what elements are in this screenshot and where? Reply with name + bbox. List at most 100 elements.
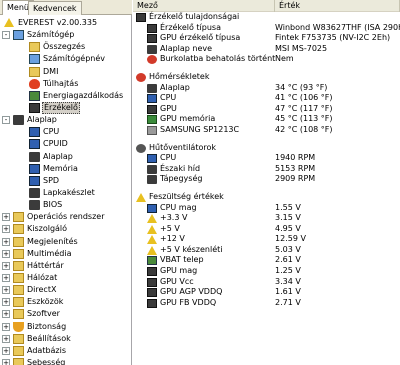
detail-value: 12.59 V	[275, 234, 306, 244]
tree-item[interactable]: Memória	[0, 163, 131, 175]
tree-item-label: EVEREST v2.00.335	[18, 18, 98, 27]
tree-item-label: DMI	[43, 66, 59, 76]
section-title: Érzékelő tulajdonságai	[149, 12, 240, 21]
section-header[interactable]: Érzékelő tulajdonságai	[133, 12, 400, 23]
section-title: Hőmérsékletek	[149, 71, 210, 81]
detail-row[interactable]: GPU memória 45 °C (113 °F)	[133, 114, 400, 125]
tree-item[interactable]: + Kiszolgáló	[0, 223, 131, 235]
expand-toggle-icon[interactable]: +	[2, 273, 10, 282]
detail-row[interactable]: Burkolatba behatolás történt Nem	[133, 54, 400, 65]
section-header[interactable]: Hűtőventilátorok	[133, 143, 400, 154]
tree-item[interactable]: Lapkakészlet	[0, 187, 131, 199]
detail-row[interactable]: +3.3 V 3.15 V	[133, 213, 400, 224]
detail-value: 1940 RPM	[275, 153, 316, 163]
expand-toggle-icon[interactable]: +	[2, 213, 10, 222]
column-header-field[interactable]: Mező	[133, 0, 275, 12]
tree-item-label: Háttértár	[27, 260, 64, 270]
tree-item[interactable]: + Eszközök	[0, 296, 131, 308]
details-list: Érzékelő tulajdonságai Érzékelő típusa Win…	[133, 12, 400, 308]
detail-row[interactable]: CPU mag 1.55 V	[133, 203, 400, 214]
detail-row[interactable]: Északi híd 5153 RPM	[133, 164, 400, 175]
tab-favorites[interactable]: Kedvencek	[28, 1, 82, 15]
tree-item[interactable]: + Sebesség	[0, 357, 131, 365]
section-header[interactable]: Feszültség értékek	[133, 192, 400, 203]
computer-name-icon	[29, 54, 40, 65]
detail-field: SAMSUNG SP1213C	[160, 124, 240, 134]
detail-row[interactable]: GPU mag 1.25 V	[133, 266, 400, 277]
expand-toggle-icon[interactable]: +	[2, 310, 10, 319]
detail-row[interactable]: GPU Vcc 3.34 V	[133, 277, 400, 288]
tree-item[interactable]: - Alaplap	[0, 114, 131, 126]
tree-item[interactable]: DMI	[0, 66, 131, 78]
tree-item[interactable]: EVEREST v2.00.335	[0, 17, 131, 29]
detail-field: Burkolatba behatolás történt	[160, 54, 276, 64]
tree-item[interactable]: CPUID	[0, 138, 131, 150]
detail-row[interactable]: GPU érzékelő típusa Fintek F753735 (NV-I2…	[133, 33, 400, 44]
tree-item[interactable]: CPU	[0, 126, 131, 138]
tree-item[interactable]: + DirectX	[0, 284, 131, 296]
detail-field: GPU Vcc	[160, 276, 194, 286]
tree-item-label: Beállítások	[27, 333, 71, 343]
directx-icon	[13, 285, 24, 296]
expand-toggle-icon[interactable]: +	[2, 249, 10, 258]
detail-value: 42 °C (108 °F)	[275, 124, 333, 134]
expand-toggle-icon[interactable]: +	[2, 358, 10, 365]
detail-row[interactable]: CPU 1940 RPM	[133, 153, 400, 164]
detail-row[interactable]: +5 V 4.95 V	[133, 224, 400, 235]
expand-toggle-icon[interactable]: +	[2, 261, 10, 270]
section-header[interactable]: Hőmérsékletek	[133, 72, 400, 83]
tree-item[interactable]: Energiagazdálkodás	[0, 90, 131, 102]
gpu-chip-icon	[147, 34, 157, 44]
gpu-memory-icon	[147, 115, 157, 125]
detail-row[interactable]: CPU 41 °C (106 °F)	[133, 93, 400, 104]
gpu-icon	[147, 298, 157, 308]
detail-row[interactable]: Érzékelő típusa Winbond W83627THF (ISA 29…	[133, 23, 400, 34]
tree-item[interactable]: - Számítógép	[0, 29, 131, 41]
tree-item[interactable]: BIOS	[0, 199, 131, 211]
expand-toggle-icon[interactable]: +	[2, 334, 10, 343]
tree-item[interactable]: Számítógépnév	[0, 53, 131, 65]
expand-toggle-icon[interactable]: +	[2, 225, 10, 234]
tree-item[interactable]: + Biztonság	[0, 321, 131, 333]
detail-row[interactable]: Tápegység 2909 RPM	[133, 174, 400, 185]
column-header-value[interactable]: Érték	[275, 0, 400, 12]
detail-field: GPU AGP VDDQ	[160, 287, 223, 297]
tree-item[interactable]: SPD	[0, 175, 131, 187]
detail-row[interactable]: GPU FB VDDQ 2.71 V	[133, 298, 400, 309]
tree-item[interactable]: Összegzés	[0, 41, 131, 53]
voltage-warning-icon	[136, 192, 146, 202]
multimedia-icon	[13, 248, 24, 259]
tree-item[interactable]: + Operációs rendszer	[0, 211, 131, 223]
tree-item[interactable]: + Szoftver	[0, 308, 131, 320]
expand-toggle-icon[interactable]: +	[2, 322, 10, 331]
detail-field: Érzékelő típusa	[160, 22, 221, 32]
tree-item[interactable]: + Beállítások	[0, 333, 131, 345]
detail-row[interactable]: VBAT telep 2.61 V	[133, 255, 400, 266]
tree-item[interactable]: + Háttértár	[0, 260, 131, 272]
tree-item[interactable]: Túlhajtás	[0, 78, 131, 90]
detail-value: 4.95 V	[275, 223, 301, 233]
tree-item[interactable]: Alaplap	[0, 151, 131, 163]
tree-item-label: Érzékelő	[42, 101, 80, 114]
tree-item[interactable]: + Megjelenítés	[0, 236, 131, 248]
tree-item[interactable]: + Multimédia	[0, 248, 131, 260]
collapse-toggle-icon[interactable]: -	[2, 116, 10, 125]
detail-row[interactable]: SAMSUNG SP1213C 42 °C (108 °F)	[133, 125, 400, 136]
tree-item[interactable]: + Hálózat	[0, 272, 131, 284]
warning-icon	[147, 245, 157, 255]
tree-item[interactable]: Érzékelő	[0, 101, 131, 114]
detail-row[interactable]: Alaplap 34 °C (93 °F)	[133, 83, 400, 94]
tree-item[interactable]: + Adatbázis	[0, 345, 131, 357]
expand-toggle-icon[interactable]: +	[2, 237, 10, 246]
detail-row[interactable]: Alaplap neve MSI MS-7025	[133, 44, 400, 55]
expand-toggle-icon[interactable]: +	[2, 346, 10, 355]
tree-item-label: Operációs rendszer	[27, 212, 105, 222]
collapse-toggle-icon[interactable]: -	[2, 31, 10, 40]
cpu-icon	[29, 127, 40, 138]
detail-row[interactable]: GPU AGP VDDQ 1.61 V	[133, 287, 400, 298]
detail-row[interactable]: +12 V 12.59 V	[133, 234, 400, 245]
expand-toggle-icon[interactable]: +	[2, 286, 10, 295]
detail-row[interactable]: +5 V készenléti 5.03 V	[133, 245, 400, 256]
expand-toggle-icon[interactable]: +	[2, 298, 10, 307]
detail-row[interactable]: GPU 47 °C (117 °F)	[133, 104, 400, 115]
